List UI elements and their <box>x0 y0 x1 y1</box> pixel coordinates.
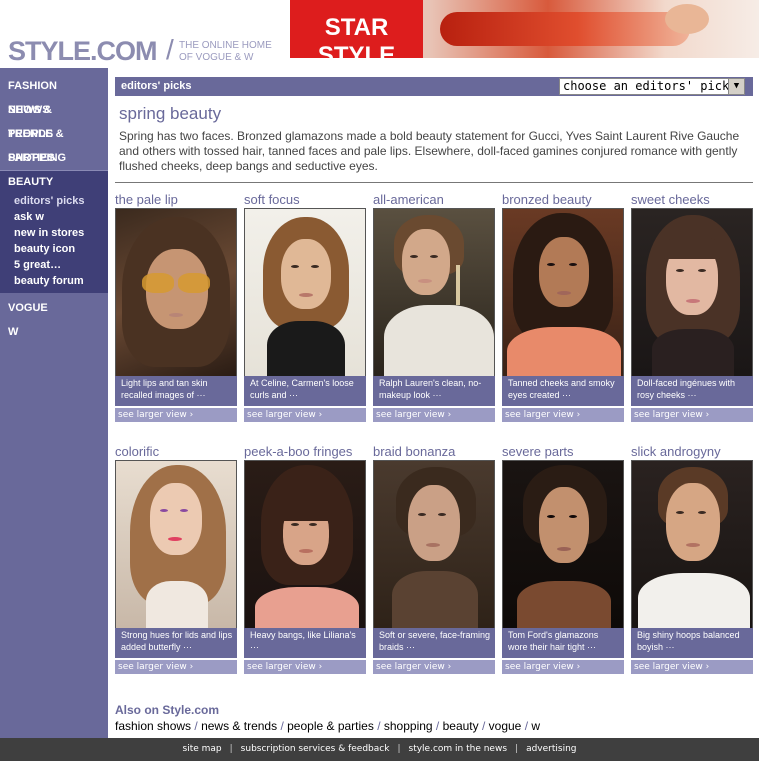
also-link-w[interactable]: w <box>531 719 540 733</box>
pick-card-photo[interactable] <box>244 460 366 629</box>
sidebar-subitem-ask-w[interactable]: ask w <box>0 209 108 225</box>
page-title: spring beauty <box>119 104 222 123</box>
footer-link-subscription[interactable]: subscription services & feedback <box>241 744 390 754</box>
banner-model-head <box>665 4 709 34</box>
pick-card-caption: Tom Ford's glamazons wore their hair tig… <box>502 628 624 658</box>
pick-card-title[interactable]: colorific <box>115 444 237 460</box>
see-larger-view-link[interactable]: see larger view › <box>502 408 624 422</box>
logo-slash: / <box>166 34 174 65</box>
footer-link-site-map[interactable]: site map <box>183 744 222 754</box>
see-larger-view-link[interactable]: see larger view › <box>373 408 495 422</box>
also-on-title: Also on Style.com <box>115 703 220 717</box>
pick-card: severe parts Tom Ford's glamazons wore t… <box>502 444 624 674</box>
see-larger-view-link[interactable]: see larger view › <box>631 408 753 422</box>
pick-card: peek-a-boo fringes Heavy bangs, like Lil… <box>244 444 366 674</box>
editors-picks-bar-label: editors' picks <box>121 80 192 92</box>
pick-card-caption: Heavy bangs, like Liliana's ··· <box>244 628 366 658</box>
also-on-section: Also on Style.com fashion shows / news &… <box>115 703 540 733</box>
pick-card-photo[interactable] <box>373 208 495 377</box>
pick-card-caption: Big shiny hoops balanced boyish ··· <box>631 628 753 658</box>
pick-card: braid bonanza Soft or severe, face-frami… <box>373 444 495 674</box>
also-link-people-parties[interactable]: people & parties <box>287 719 374 733</box>
sidebar-item-news-trends[interactable]: NEWS & TRENDS <box>0 98 108 140</box>
see-larger-view-link[interactable]: see larger view › <box>244 408 366 422</box>
pick-card: bronzed beauty Tanned cheeks and smoky e… <box>502 192 624 422</box>
main-content: editors' picks choose an editors' pick ▼… <box>115 77 753 674</box>
banner-figure-image <box>440 12 690 46</box>
pick-card-title[interactable]: all-american <box>373 192 495 208</box>
see-larger-view-link[interactable]: see larger view › <box>631 660 753 674</box>
pick-card-caption: Strong hues for lids and lips added butt… <box>115 628 237 658</box>
pick-card-title[interactable]: sweet cheeks <box>631 192 753 208</box>
pick-card-photo[interactable] <box>115 460 237 629</box>
sidebar-item-beauty[interactable]: BEAUTY <box>0 171 108 193</box>
also-link-beauty[interactable]: beauty <box>443 719 479 733</box>
site-logo[interactable]: STYLE.COM <box>8 36 158 67</box>
pick-card-photo[interactable] <box>631 460 753 629</box>
pick-card-caption: Soft or severe, face-framing braids ··· <box>373 628 495 658</box>
sidebar-item-vogue[interactable]: VOGUE <box>0 296 108 320</box>
star-style-banner[interactable]: STAR STYLE <box>290 0 759 58</box>
pick-card-caption: Doll-faced ingénues with rosy cheeks ··· <box>631 376 753 406</box>
sidebar-nav: FASHION SHOWS NEWS & TRENDS PEOPLE & PAR… <box>0 68 108 738</box>
site-tagline: THE ONLINE HOME OF VOGUE & W <box>179 40 289 64</box>
footer-link-in-the-news[interactable]: style.com in the news <box>409 744 508 754</box>
footer-link-advertising[interactable]: advertising <box>526 744 576 754</box>
sidebar-item-shopping[interactable]: SHOPPING <box>0 146 108 170</box>
editors-pick-select-value: choose an editors' pick <box>563 79 730 93</box>
pick-card-title[interactable]: severe parts <box>502 444 624 460</box>
pick-card-photo[interactable] <box>502 208 624 377</box>
also-link-vogue[interactable]: vogue <box>489 719 522 733</box>
tagline-line-2: OF VOGUE & W <box>179 52 254 63</box>
pick-card-caption: Tanned cheeks and smoky eyes created ··· <box>502 376 624 406</box>
banner-title: STAR STYLE <box>317 14 396 58</box>
pick-card: soft focus At Celine, Carmen's loose cur… <box>244 192 366 422</box>
pick-card-title[interactable]: braid bonanza <box>373 444 495 460</box>
pick-card-caption: At Celine, Carmen's loose curls and ··· <box>244 376 366 406</box>
also-link-fashion-shows[interactable]: fashion shows <box>115 719 191 733</box>
section-divider <box>115 182 753 183</box>
sidebar-subitem-5-great[interactable]: 5 great… <box>0 257 108 273</box>
see-larger-view-link[interactable]: see larger view › <box>115 408 237 422</box>
pick-card: sweet cheeks Doll-faced ingénues with ro… <box>631 192 753 422</box>
chevron-down-icon[interactable]: ▼ <box>728 79 744 94</box>
pick-card: the pale lip Light lips and tan skin rec… <box>115 192 237 422</box>
also-on-links: fashion shows / news & trends / people &… <box>115 719 541 733</box>
sidebar-item-w[interactable]: W <box>0 320 108 344</box>
pick-card-caption: Light lips and tan skin recalled images … <box>115 376 237 406</box>
pick-card-photo[interactable] <box>502 460 624 629</box>
sidebar-subitem-new-in-stores[interactable]: new in stores <box>0 225 108 241</box>
pick-card-photo[interactable] <box>631 208 753 377</box>
also-link-shopping[interactable]: shopping <box>384 719 433 733</box>
pick-card-photo[interactable] <box>115 208 237 377</box>
editors-pick-select[interactable]: choose an editors' pick ▼ <box>559 78 745 95</box>
sidebar-subitem-editors-picks[interactable]: editors' picks <box>0 193 108 209</box>
sidebar-subitem-beauty-icon[interactable]: beauty icon <box>0 241 108 257</box>
pick-card-title[interactable]: bronzed beauty <box>502 192 624 208</box>
tagline-line-1: THE ONLINE HOME <box>179 40 272 51</box>
pick-card-title[interactable]: slick androgyny <box>631 444 753 460</box>
pick-card-title[interactable]: the pale lip <box>115 192 237 208</box>
pick-card: all-american Ralph Lauren's clean, no-ma… <box>373 192 495 422</box>
editors-picks-bar: editors' picks choose an editors' pick ▼ <box>115 77 753 96</box>
pick-card: slick androgyny Big shiny hoops balanced… <box>631 444 753 674</box>
see-larger-view-link[interactable]: see larger view › <box>373 660 495 674</box>
sidebar-beauty-section: BEAUTY editors' picks ask w new in store… <box>0 170 108 293</box>
site-footer: site map | subscription services & feedbac… <box>0 738 759 761</box>
see-larger-view-link[interactable]: see larger view › <box>502 660 624 674</box>
pick-card: colorific Strong hues for lids and lips … <box>115 444 237 674</box>
pick-card-photo[interactable] <box>244 208 366 377</box>
site-header: STYLE.COM / THE ONLINE HOME OF VOGUE & W… <box>0 0 759 68</box>
pick-card-photo[interactable] <box>373 460 495 629</box>
sidebar-subitem-beauty-forum[interactable]: beauty forum <box>0 273 108 289</box>
sidebar-item-people-parties[interactable]: PEOPLE & PARTIES <box>0 122 108 164</box>
sidebar-item-fashion-shows[interactable]: FASHION SHOWS <box>0 74 108 116</box>
pick-card-title[interactable]: peek-a-boo fringes <box>244 444 366 460</box>
pick-card-caption: Ralph Lauren's clean, no-makeup look ··· <box>373 376 495 406</box>
also-link-news-trends[interactable]: news & trends <box>201 719 277 733</box>
see-larger-view-link[interactable]: see larger view › <box>115 660 237 674</box>
pick-card-title[interactable]: soft focus <box>244 192 366 208</box>
see-larger-view-link[interactable]: see larger view › <box>244 660 366 674</box>
intro-paragraph: Spring has two faces. Bronzed glamazons … <box>119 129 740 173</box>
